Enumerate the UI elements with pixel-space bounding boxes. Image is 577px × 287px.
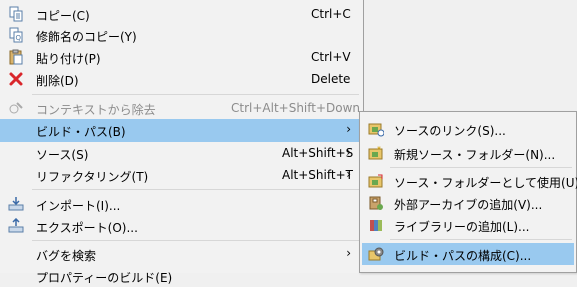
menu-item-source[interactable]: ソース(S) Alt+Shift+S ›	[0, 142, 363, 164]
submenu-arrow-icon: ›	[346, 167, 351, 181]
remove-from-context-icon	[8, 100, 24, 116]
menu-item-label: リファクタリング(T)	[36, 170, 149, 184]
submenu-item-label: 新規ソース・フォルダー(N)...	[394, 148, 556, 162]
menu-item-build-path[interactable]: ビルド・パス(B) ›	[0, 119, 363, 142]
menu-separator	[32, 240, 359, 241]
submenu-item-label: ライブラリーの追加(L)...	[394, 220, 530, 234]
submenu-item-label: ソース・フォルダーとして使用(U)	[394, 176, 577, 190]
submenu-separator	[390, 239, 572, 240]
submenu-item-configure-build-path[interactable]: ビルド・パスの構成(C)...	[362, 243, 574, 265]
menu-item-paste[interactable]: 貼り付け(P) Ctrl+V	[0, 46, 363, 68]
menu-separator	[32, 94, 359, 95]
menu-item-copy[interactable]: コピー(C) Ctrl+C	[0, 3, 363, 25]
submenu-item-label: ソースのリンク(S)...	[394, 124, 506, 138]
add-library-icon	[368, 217, 384, 233]
import-icon	[8, 196, 24, 212]
context-menu: コピー(C) Ctrl+C Q 修飾名のコピー(Y) 貼り付け(P) Ctrl+…	[0, 0, 364, 285]
submenu-arrow-icon: ›	[346, 122, 351, 136]
delete-icon	[8, 71, 24, 87]
submenu-item-label: ビルド・パスの構成(C)...	[394, 249, 532, 263]
menu-item-label: インポート(I)...	[36, 199, 121, 213]
menu-item-shortcut: Ctrl+C	[311, 7, 351, 21]
menu-item-shortcut: Alt+Shift+T	[282, 168, 353, 182]
menu-item-label: ソース(S)	[36, 148, 89, 162]
menu-item-label: 削除(D)	[36, 74, 79, 88]
add-external-archive-icon	[368, 195, 384, 211]
link-source-icon	[368, 121, 385, 137]
menu-item-label: バグを検索	[36, 249, 97, 263]
menu-item-export[interactable]: エクスポート(O)...	[0, 215, 363, 237]
svg-text:Q: Q	[16, 34, 22, 42]
submenu-item-link-source[interactable]: ソースのリンク(S)...	[362, 118, 574, 140]
menu-item-label: エクスポート(O)...	[36, 221, 138, 235]
menu-item-build-properties[interactable]: プロパティーのビルド(E)	[0, 265, 363, 287]
menu-item-shortcut: Ctrl+Alt+Shift+Down	[231, 101, 361, 115]
menu-separator	[32, 189, 359, 190]
submenu-arrow-icon: ›	[346, 145, 351, 159]
menu-item-label: 修飾名のコピー(Y)	[36, 30, 137, 44]
menu-item-shortcut: Ctrl+V	[311, 50, 351, 64]
submenu-item-label: 外部アーカイブの追加(V)...	[394, 198, 543, 212]
new-source-folder-icon: *	[368, 145, 384, 161]
submenu-item-new-source-folder[interactable]: * 新規ソース・フォルダー(N)...	[362, 142, 574, 164]
menu-item-shortcut: Alt+Shift+S	[282, 146, 354, 160]
menu-item-label: 貼り付け(P)	[36, 52, 101, 66]
menu-item-refactoring[interactable]: リファクタリング(T) Alt+Shift+T ›	[0, 164, 363, 186]
menu-item-remove-from-context[interactable]: コンテキストから除去 Ctrl+Alt+Shift+Down	[0, 97, 363, 119]
build-path-submenu: ソースのリンク(S)... * 新規ソース・フォルダー(N)... ソース・フォ…	[359, 111, 577, 273]
menu-item-delete[interactable]: 削除(D) Delete	[0, 68, 363, 90]
menu-item-label: コピー(C)	[36, 9, 90, 23]
copy-qualified-name-icon: Q	[8, 27, 24, 43]
configure-build-path-icon	[368, 246, 384, 262]
use-as-source-folder-icon	[368, 173, 384, 189]
submenu-item-use-as-source-folder[interactable]: ソース・フォルダーとして使用(U)	[362, 170, 577, 192]
menu-item-copy-qualified-name[interactable]: Q 修飾名のコピー(Y)	[0, 24, 363, 46]
submenu-separator	[390, 167, 572, 168]
copy-icon	[8, 6, 24, 22]
svg-text:*: *	[377, 145, 381, 154]
export-icon	[8, 217, 24, 234]
menu-item-label: プロパティーのビルド(E)	[36, 271, 173, 285]
menu-item-label: コンテキストから除去	[36, 103, 156, 117]
submenu-item-add-library[interactable]: ライブラリーの追加(L)...	[362, 214, 574, 236]
paste-icon	[8, 49, 24, 65]
menu-item-shortcut: Delete	[311, 72, 351, 86]
menu-item-find-bugs[interactable]: バグを検索 ›	[0, 243, 363, 265]
menu-item-import[interactable]: インポート(I)...	[0, 193, 363, 215]
submenu-arrow-icon: ›	[346, 246, 351, 260]
submenu-item-add-external-archive[interactable]: 外部アーカイブの追加(V)...	[362, 192, 574, 214]
menu-item-label: ビルド・パス(B)	[36, 125, 126, 139]
